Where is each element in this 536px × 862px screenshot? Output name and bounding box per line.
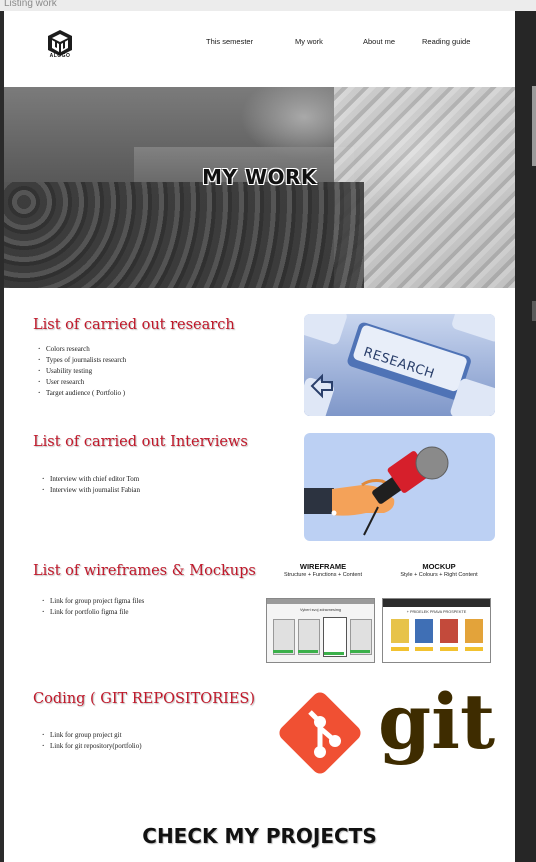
mockup-screen-heading: + PRIDELEK PRAVA PROSPEKTE xyxy=(406,610,467,614)
list-item: Link for group project figma files xyxy=(42,596,144,607)
nav-reading-guide[interactable]: Reading guide xyxy=(422,37,470,46)
interview-microphone-image xyxy=(304,433,495,541)
hero-crowd-shape xyxy=(4,182,364,288)
research-list: Colors research Types of journalists res… xyxy=(38,344,126,399)
wireframes-section-title: List of wireframes & Mockups xyxy=(33,563,256,579)
list-item: Target audience ( Portfolio ) xyxy=(38,388,126,399)
window-titlebar: Listing work xyxy=(0,0,536,11)
nav-about-me[interactable]: About me xyxy=(363,37,395,46)
list-item: Types of journalists research xyxy=(38,355,126,366)
logo-text: ALOGO xyxy=(49,53,71,59)
microphone-icon xyxy=(304,446,449,536)
list-item: Interview with chief editor Tom xyxy=(42,474,140,485)
list-item: User research xyxy=(38,377,126,388)
coding-list: Link for group project git Link for git … xyxy=(42,730,142,752)
git-logo-icon xyxy=(279,692,361,774)
scrollbar-segment xyxy=(532,301,536,321)
interviews-section-title: List of carried out Interviews xyxy=(33,434,248,450)
mockup-screen: + PRIDELEK PRAVA PROSPEKTE xyxy=(382,598,491,663)
mockup-subheading: Style + Colours + Right Content xyxy=(400,572,478,578)
nav-my-work[interactable]: My work xyxy=(295,37,323,46)
research-section-title: List of carried out research xyxy=(33,317,235,333)
list-item: Usability testing xyxy=(38,366,126,377)
list-item: Colors research xyxy=(38,344,126,355)
hero-image: MY WORK xyxy=(4,87,515,288)
coding-section-title: Coding ( GIT REPOSITORIES) xyxy=(33,691,256,707)
interviews-list: Interview with chief editor Tom Intervie… xyxy=(42,474,140,496)
nav-this-semester[interactable]: This semester xyxy=(206,37,253,46)
window-title: Listing work xyxy=(4,0,57,9)
page-frame: ALOGO This semester My work About me Rea… xyxy=(4,11,515,862)
list-item: Link for git repository(portfolio) xyxy=(42,741,142,752)
wireframe-screen: Vyberi svoj zdravnesimg xyxy=(266,598,375,663)
wireframe-heading: WIREFRAME xyxy=(299,562,347,571)
scrollbar-area[interactable] xyxy=(515,11,536,862)
check-projects-heading: CHECK MY PROJECTS xyxy=(142,824,377,848)
wireframe-subheading: Structure + Functions + Content xyxy=(284,572,362,578)
git-wordmark: git xyxy=(378,677,496,766)
list-item: Interview with journalist Fabian xyxy=(42,485,140,496)
list-item: Link for portfolio figma file xyxy=(42,607,144,618)
wireframe-mockup-image: WIREFRAME Structure + Functions + Conten… xyxy=(265,558,497,665)
scrollbar-segment xyxy=(532,86,536,166)
wireframe-screen-heading: Vyberi svoj zdravnesimg xyxy=(299,608,341,612)
wireframes-list: Link for group project figma files Link … xyxy=(42,596,144,618)
research-keyboard-image: RESEARCH xyxy=(304,314,495,416)
hero-title: MY WORK xyxy=(202,165,317,189)
list-item: Link for group project git xyxy=(42,730,142,741)
mockup-heading: MOCKUP xyxy=(422,562,456,571)
